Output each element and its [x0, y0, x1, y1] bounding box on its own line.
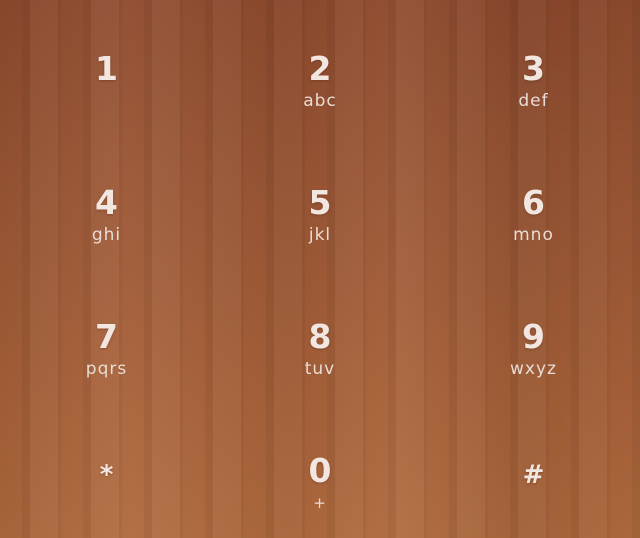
key-letters: mno [513, 225, 554, 245]
key-7[interactable]: 7 pqrs [0, 268, 213, 402]
key-digit: 5 [308, 183, 332, 222]
key-6[interactable]: 6 mno [427, 134, 640, 268]
key-letters: pqrs [85, 359, 128, 379]
key-letters: + [313, 494, 327, 512]
key-digit: 8 [308, 317, 332, 356]
key-1[interactable]: 1 [0, 0, 213, 134]
key-4[interactable]: 4 ghi [0, 134, 213, 268]
key-0[interactable]: 0 + [213, 402, 427, 538]
key-digit: 1 [95, 49, 118, 88]
key-digit: * [99, 460, 114, 490]
key-letters: abc [303, 91, 337, 111]
key-9[interactable]: 9 wxyz [427, 268, 640, 402]
key-5[interactable]: 5 jkl [213, 134, 427, 268]
key-digit: 6 [522, 183, 545, 222]
key-star[interactable]: * [0, 402, 213, 538]
key-digit: # [522, 460, 545, 490]
key-2[interactable]: 2 abc [213, 0, 427, 134]
key-digit: 9 [522, 317, 545, 356]
key-hash[interactable]: # [427, 402, 640, 538]
key-digit: 3 [522, 49, 545, 88]
key-digit: 4 [95, 183, 118, 222]
key-letters: tuv [304, 359, 336, 379]
key-digit: 2 [308, 49, 332, 88]
key-digit: 7 [95, 317, 118, 356]
key-digit: 0 [308, 451, 332, 490]
key-3[interactable]: 3 def [427, 0, 640, 134]
key-letters: def [518, 91, 549, 111]
key-letters: wxyz [510, 359, 557, 379]
key-letters: ghi [91, 225, 122, 245]
key-8[interactable]: 8 tuv [213, 268, 427, 402]
key-letters: jkl [308, 225, 332, 245]
dialpad: 1 2 abc 3 def 4 ghi 5 jkl 6 mno 7 pqrs 8… [0, 0, 640, 538]
